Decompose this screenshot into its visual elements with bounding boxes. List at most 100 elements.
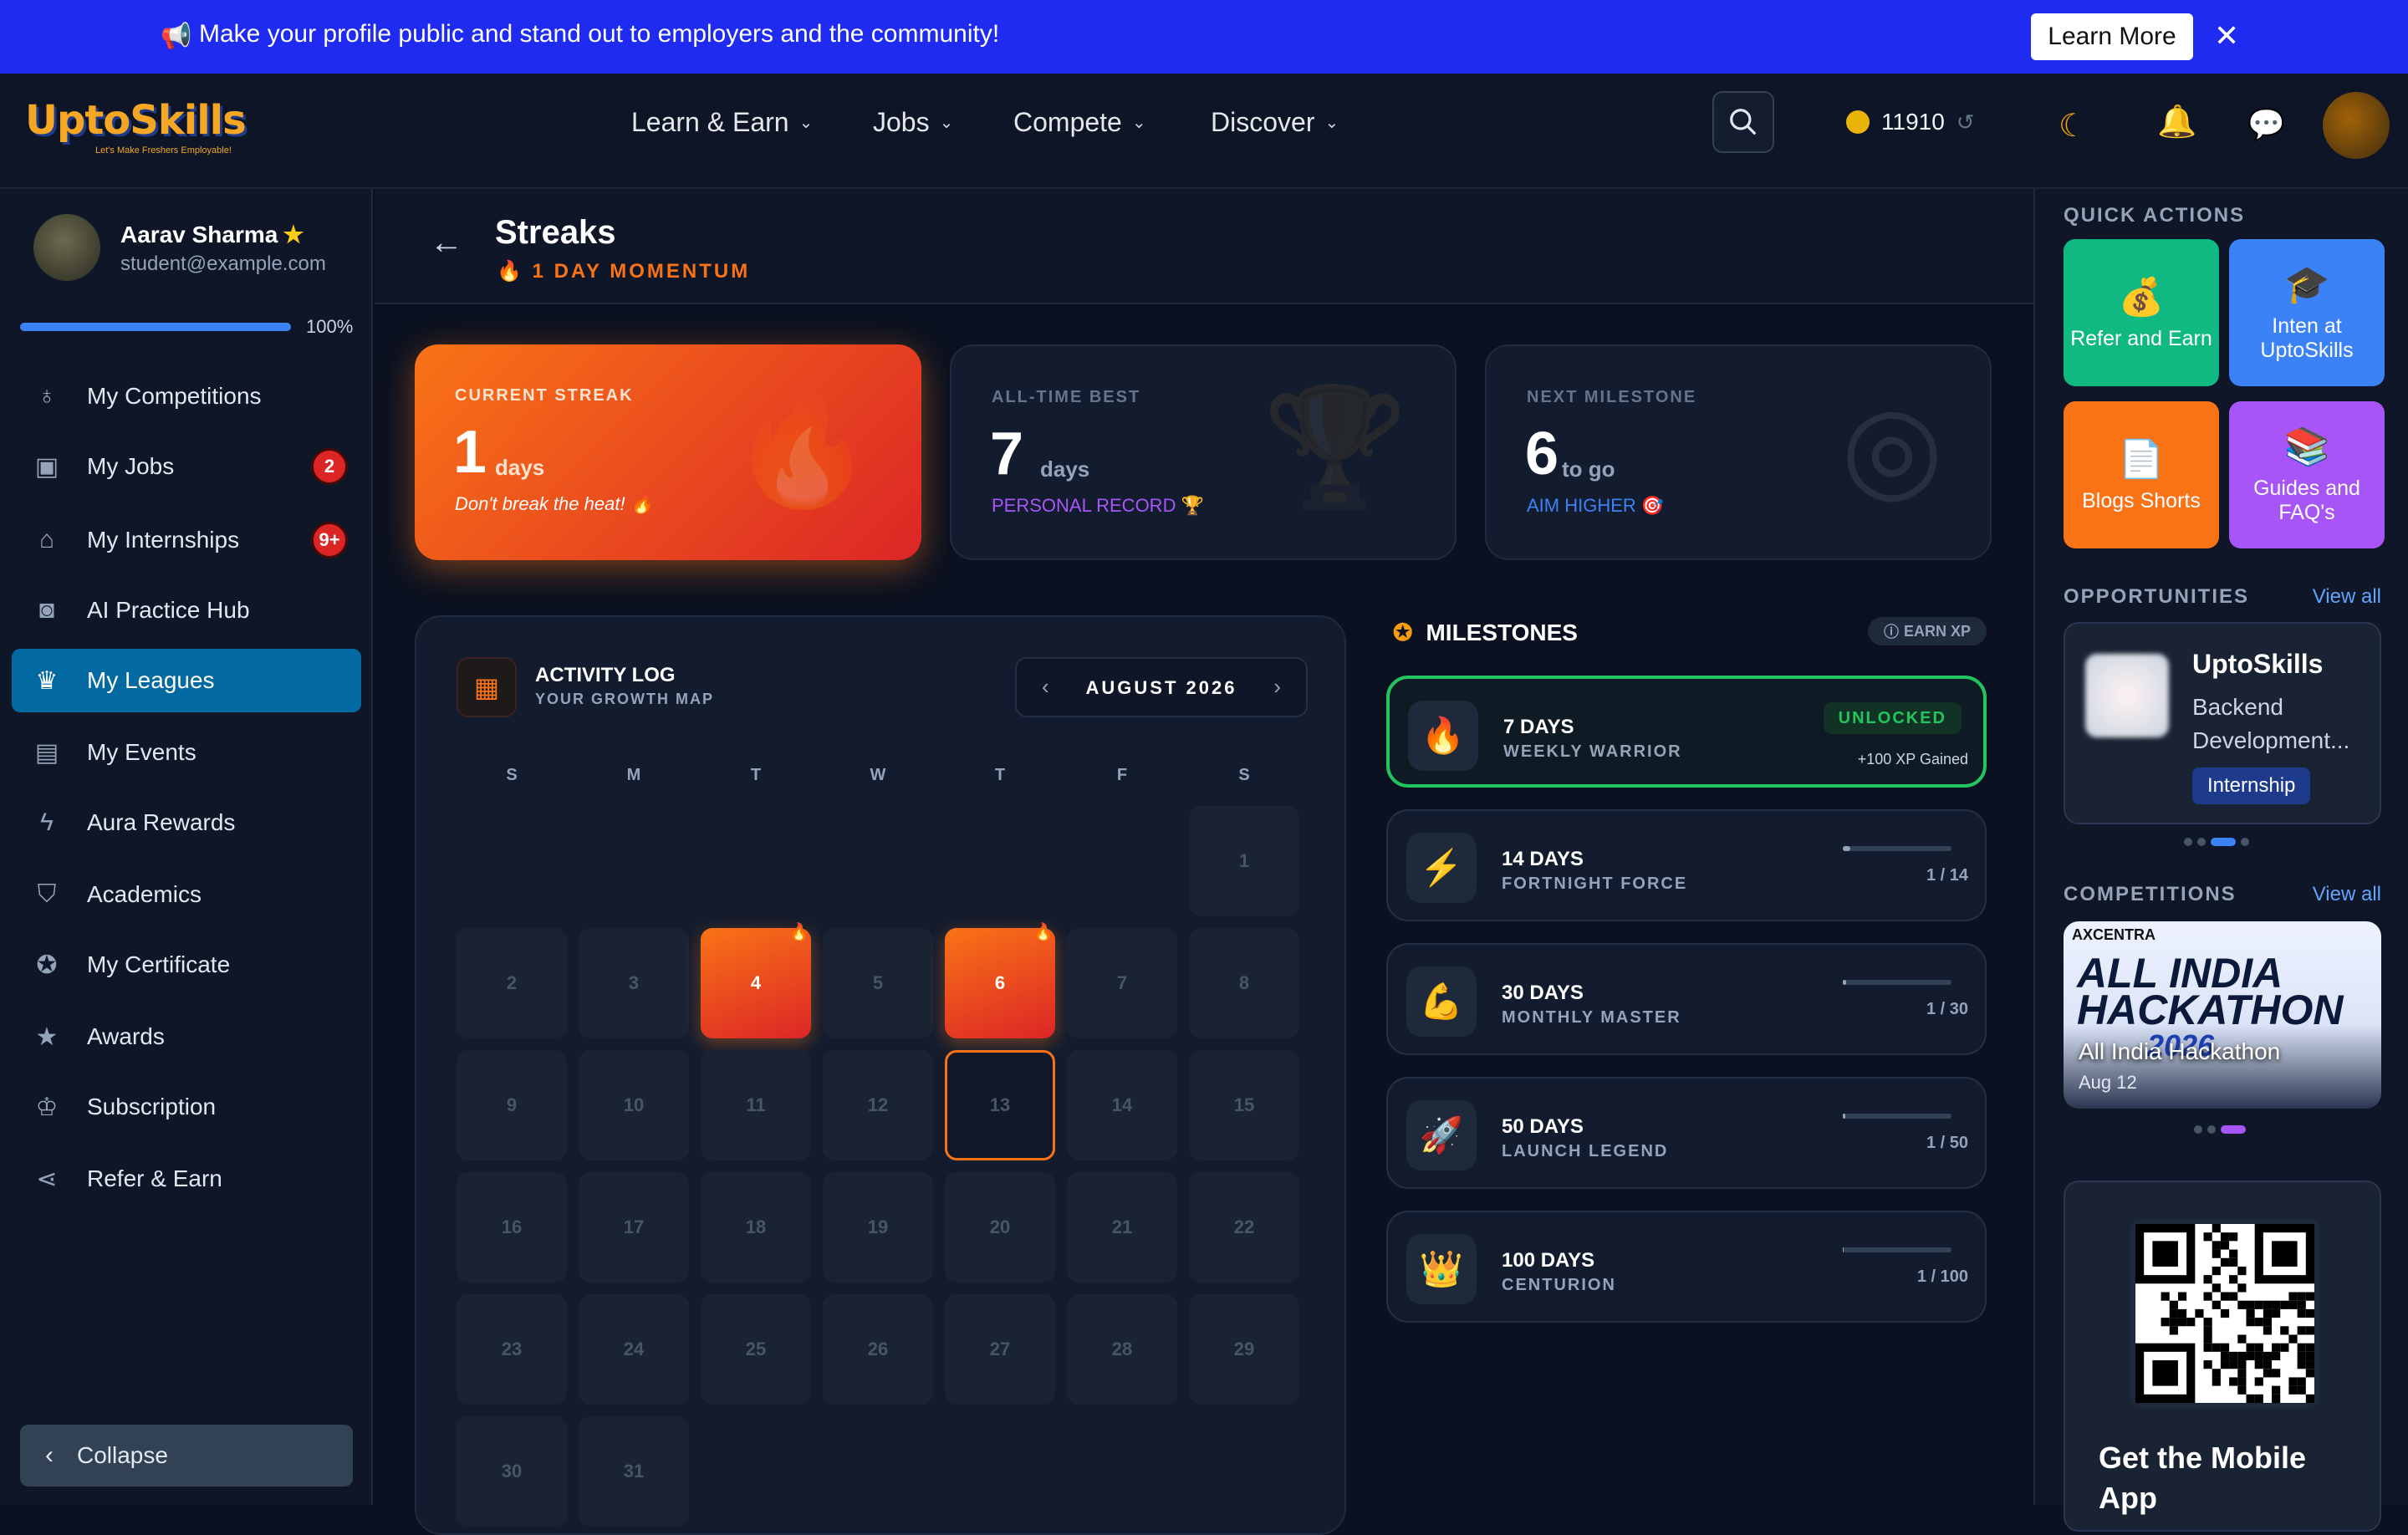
user-avatar[interactable] (2323, 92, 2390, 159)
collapse-label: Collapse (77, 1442, 168, 1468)
calendar-day[interactable]: 6 🔥 (945, 923, 1055, 1038)
opportunities-view-all[interactable]: View all (2313, 585, 2381, 609)
page-title: Streaks (495, 214, 616, 251)
quick-action-refer-and-earn[interactable]: 💰 Refer and Earn (2064, 239, 2219, 386)
opportunity-card[interactable]: UptoSkills Backend Development... Intern… (2064, 622, 2381, 824)
bell-icon[interactable]: 🔔 (2157, 104, 2196, 140)
sidebar-item-academics[interactable]: ⛉ Academics (12, 863, 361, 926)
calendar-day[interactable]: 3 (579, 928, 689, 1038)
chevron-down-icon: ⌄ (1131, 114, 1146, 132)
calendar-day[interactable]: 7 (1067, 928, 1177, 1038)
learn-more-button[interactable]: Learn More (2031, 13, 2193, 60)
flame-icon: 🔥 (1033, 923, 1054, 941)
calendar-day[interactable]: 31 (579, 1416, 689, 1527)
competition-brand: AXCENTRA (2072, 926, 2156, 943)
qr-code[interactable] (2130, 1219, 2319, 1408)
sidebar-item-aura-rewards[interactable]: ϟ Aura Rewards (12, 791, 361, 854)
quick-action-guides-and-faq-s[interactable]: 📚 Guides and FAQ's (2229, 401, 2385, 548)
calendar-day[interactable]: 22 (1189, 1172, 1299, 1283)
calendar-day[interactable]: 9 (457, 1050, 567, 1160)
calendar-day[interactable]: 2 (457, 928, 567, 1038)
target-icon: ◎ (1840, 381, 1943, 513)
quick-actions-title: QUICK ACTIONS (2064, 204, 2246, 227)
sidebar-item-refer-earn[interactable]: ⋖ Refer & Earn (12, 1147, 361, 1211)
calendar-day[interactable]: 11 (701, 1050, 811, 1160)
milestone-days: 50 DAYS (1502, 1115, 1584, 1138)
progress-fill (1843, 846, 1851, 851)
milestone-card: 👑 100 DAYS CENTURION 1 / 100 (1386, 1211, 1987, 1323)
back-arrow-icon[interactable]: ← (430, 224, 463, 262)
day-number: 6 (994, 972, 1006, 993)
opportunity-role: Backend Development... (2192, 694, 2350, 753)
coin-balance[interactable]: 11910 ↺ (1846, 109, 1975, 135)
nav-discover[interactable]: Discover ⌄ (1211, 107, 1339, 138)
calendar-day[interactable]: 5 (823, 928, 933, 1038)
sidebar-item-ai-practice-hub[interactable]: ◙ AI Practice Hub (12, 579, 361, 642)
nav-compete[interactable]: Compete ⌄ (1013, 107, 1146, 138)
calendar-day[interactable]: 20 (945, 1172, 1055, 1283)
competitions-view-all[interactable]: View all (2313, 883, 2381, 906)
milestone-name: WEEKLY WARRIOR (1503, 742, 1682, 761)
milestone-days: 30 DAYS (1502, 982, 1584, 1004)
competition-card[interactable]: AXCENTRA ALL INDIA HACKATHON 2026 All Ind… (2064, 921, 2381, 1109)
calendar-day[interactable]: 10 (579, 1050, 689, 1160)
moon-icon[interactable]: ☾ (2059, 107, 2087, 145)
sidebar-item-my-leagues[interactable]: ♛ My Leagues (12, 649, 361, 712)
calendar-day[interactable]: 8 (1189, 928, 1299, 1038)
calendar-day[interactable]: 13 (945, 1050, 1055, 1160)
day-number: 30 (501, 1461, 523, 1481)
sidebar-item-my-internships[interactable]: ⌂ My Internships 9+ (12, 508, 361, 572)
chat-icon[interactable]: 💬 (2247, 107, 2285, 142)
search-button[interactable] (1712, 91, 1774, 153)
milestone-name: CENTURION (1502, 1276, 1616, 1294)
calendar-day[interactable]: 23 (457, 1294, 567, 1405)
calendar-day[interactable]: 29 (1189, 1294, 1299, 1405)
medal-icon: ♁ (37, 382, 57, 410)
chevron-left-icon: ‹ (45, 1441, 54, 1469)
calendar-day[interactable]: 27 (945, 1294, 1055, 1405)
calendar-day[interactable]: 28 (1067, 1294, 1177, 1405)
calendar-day[interactable]: 14 (1067, 1050, 1177, 1160)
calendar-day[interactable]: 25 (701, 1294, 811, 1405)
quick-action-blogs-shorts[interactable]: 📄 Blogs Shorts (2064, 401, 2219, 548)
calendar-day[interactable]: 1 (1189, 806, 1299, 916)
uptoskills-logo[interactable]: UptoSkills Let's Make Freshers Employabl… (25, 97, 268, 156)
milestone-days: 100 DAYS (1502, 1249, 1595, 1272)
sidebar-item-label: My Events (87, 739, 196, 765)
avatar[interactable] (33, 214, 100, 281)
calendar-day[interactable]: 16 (457, 1172, 567, 1283)
day-number: 4 (750, 972, 762, 993)
calendar-day[interactable]: 26 (823, 1294, 933, 1405)
nav-jobs[interactable]: Jobs ⌄ (873, 107, 953, 138)
collapse-button[interactable]: ‹ Collapse (20, 1425, 353, 1487)
sidebar: Aarav Sharma ★ student@example.com 100% ♁… (0, 189, 373, 1505)
calendar-day[interactable]: 24 (579, 1294, 689, 1405)
day-number: 10 (623, 1094, 645, 1115)
profile-progress-label: 100% (306, 316, 354, 337)
sidebar-item-my-jobs[interactable]: ▣ My Jobs 2 (12, 435, 361, 498)
calendar-day[interactable]: 17 (579, 1172, 689, 1283)
all-time-best-card: ALL-TIME BEST 7 days PERSONAL RECORD 🏆 🏆 (950, 344, 1457, 560)
calendar-day[interactable]: 4 🔥 (701, 923, 811, 1038)
sidebar-item-my-certificate[interactable]: ✪ My Certificate (12, 933, 361, 997)
personal-record-note: PERSONAL RECORD 🏆 (992, 495, 1204, 516)
calendar-day[interactable]: 15 (1189, 1050, 1299, 1160)
calendar-day[interactable]: 18 (701, 1172, 811, 1283)
competition-carousel-dots[interactable] (2194, 1125, 2251, 1134)
sidebar-item-my-events[interactable]: ▤ My Events (12, 721, 361, 784)
calendar-day[interactable]: 30 (457, 1416, 567, 1527)
calendar-day[interactable]: 12 (823, 1050, 933, 1160)
chevron-right-icon[interactable]: › (1273, 674, 1281, 700)
coin-icon (1846, 110, 1870, 134)
sidebar-item-label: Refer & Earn (87, 1165, 222, 1191)
nav-learn-earn[interactable]: Learn & Earn ⌄ (631, 107, 813, 138)
sidebar-item-my-competitions[interactable]: ♁ My Competitions (12, 365, 361, 428)
calendar-day[interactable]: 19 (823, 1172, 933, 1283)
calendar-day[interactable]: 21 (1067, 1172, 1177, 1283)
close-icon[interactable]: ✕ (2214, 18, 2239, 54)
sidebar-item-subscription[interactable]: ♔ Subscription (12, 1075, 361, 1139)
opportunity-carousel-dots[interactable] (2184, 838, 2254, 846)
quick-action-inten-at-uptoskills[interactable]: 🎓 Inten at UptoSkills (2229, 239, 2385, 386)
sidebar-item-awards[interactable]: ★ Awards (12, 1005, 361, 1068)
day-number: 5 (872, 972, 884, 993)
